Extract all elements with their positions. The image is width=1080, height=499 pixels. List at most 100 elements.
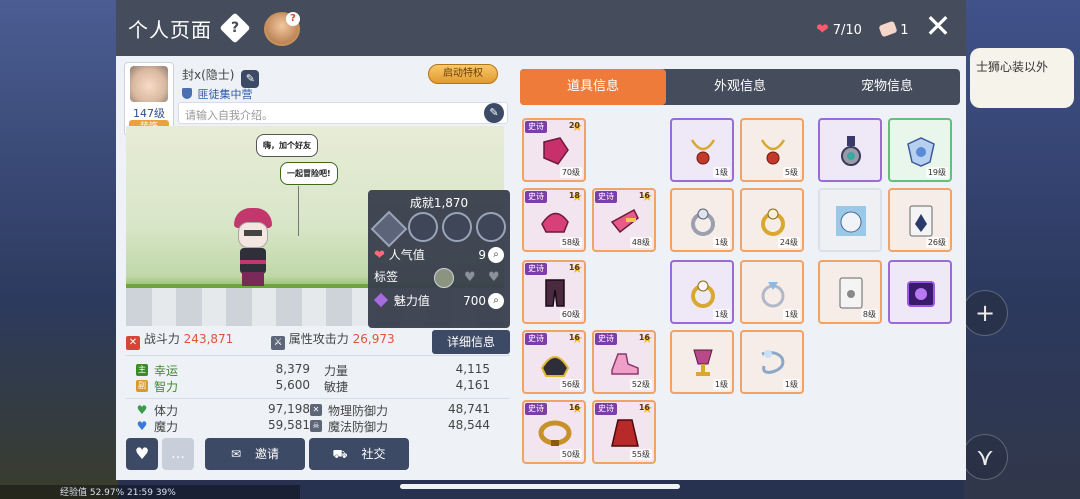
stat-dexterity: 敏捷 4,161	[324, 378, 510, 394]
popularity-row: ❤ 人气值 9 ⌕	[374, 246, 506, 268]
achievement-slot[interactable]	[442, 212, 472, 242]
magic-defense-value: 48,544	[448, 418, 490, 432]
social-icon: ⛟	[332, 447, 348, 461]
equip-slot-eye[interactable]: 1级	[740, 330, 804, 394]
intelligence-label: 智力	[154, 380, 179, 394]
item-level: 48级	[629, 237, 652, 248]
star-icon: ★ 16	[568, 332, 583, 347]
heart-icon: ❤	[374, 248, 385, 263]
divider	[126, 398, 510, 399]
equip-slot-shoes-top[interactable]: 史诗 ★ 16 48级	[592, 188, 656, 252]
avatar[interactable]: 147级 装饰	[124, 62, 174, 136]
chain-icon	[761, 350, 785, 374]
heart-slot-icon[interactable]: ♥	[488, 270, 500, 285]
detail-info-button[interactable]: 详细信息	[432, 330, 510, 354]
equip-slot-pocket[interactable]: 8级	[818, 260, 882, 324]
equip-slot-ring-3[interactable]: 1级	[670, 260, 734, 324]
equip-slot-earring[interactable]: 1级	[670, 330, 734, 394]
sword-icon: ⚔	[270, 336, 285, 350]
mail-plus-icon: ✉	[230, 447, 242, 461]
equip-slot-hat-top[interactable]: 史诗 ★ 20 70级	[522, 118, 586, 182]
luck-value: 8,379	[275, 362, 310, 376]
equip-slot-ring-4[interactable]: 1级	[740, 260, 804, 324]
star-icon: ★ 16	[568, 262, 583, 277]
social-button[interactable]: ⛟ 社交	[309, 438, 409, 470]
main-stat-icon: 主	[136, 364, 148, 376]
item-level: 1级	[712, 237, 730, 248]
achievement-slot[interactable]	[476, 212, 506, 242]
search-icon[interactable]: ⌕	[488, 293, 504, 309]
tag-emblem-icon[interactable]	[434, 268, 454, 288]
magic-defense-icon: ☠	[310, 420, 322, 432]
equip-slot-shoulder[interactable]: 史诗 ★ 16 56级	[522, 330, 586, 394]
info-tabs: 道具信息 外观信息 宠物信息	[520, 69, 960, 105]
equip-slot-hat[interactable]: 史诗 ★ 18 58级	[522, 188, 586, 252]
plus-button[interactable]: +	[962, 290, 1008, 336]
privilege-button[interactable]: 启动特权	[428, 64, 498, 84]
background-speech-bubble: 士狮心装以外	[970, 48, 1074, 108]
bandana-icon	[541, 212, 569, 233]
equip-slot-pendant-1[interactable]: 1级	[670, 118, 734, 182]
goblet-icon	[693, 349, 713, 376]
physical-defense-value: 48,741	[448, 402, 490, 416]
rank-diamond-icon[interactable]	[370, 210, 408, 248]
equip-slot-emblem[interactable]: 19级	[888, 118, 952, 182]
edit-intro-icon[interactable]: ✎	[484, 103, 504, 123]
search-icon[interactable]: ⌕	[488, 247, 504, 263]
equip-slot-medal[interactable]	[818, 118, 882, 182]
invite-button[interactable]: ✉ 邀请	[205, 438, 305, 470]
page-title: 个人页面	[128, 18, 212, 42]
sub-stat-icon: 副	[136, 380, 148, 392]
magic-defense-label: 魔法防御力	[328, 420, 389, 434]
like-button[interactable]: ♥	[126, 438, 158, 470]
equip-slot-pet-image[interactable]	[818, 188, 882, 252]
chat-button[interactable]: …	[162, 438, 194, 470]
epic-tag: 史诗	[595, 333, 617, 345]
attr-attack-label: 属性攻击力	[288, 332, 349, 346]
equip-slot-shoes[interactable]: 史诗 ★ 16 52级	[592, 330, 656, 394]
equip-slot-pants[interactable]: 史诗 ★ 16 60级	[522, 260, 586, 324]
achievement-title: 成就1,870	[409, 196, 469, 210]
popularity-label: 人气值	[388, 248, 425, 262]
tiger-icon	[836, 206, 866, 236]
item-level: 19级	[925, 167, 948, 178]
equip-slot-ring-1[interactable]: 1级	[670, 188, 734, 252]
intelligence-value: 5,600	[275, 378, 310, 392]
equip-slot-cape[interactable]: 史诗 ★ 16 55级	[592, 400, 656, 464]
combat-power-row: ✕ 战斗力 243,871 ⚔ 属性攻击力 26,973 详细信息	[126, 330, 510, 356]
stat-physical-defense: ✕ 物理防御力 48,741	[310, 402, 510, 418]
ring-icon	[691, 208, 715, 236]
pet-avatar-icon[interactable]: ?	[264, 12, 300, 46]
combat-power-label: 战斗力	[143, 332, 180, 346]
help-icon[interactable]: ?	[219, 12, 251, 44]
tab-appearance[interactable]: 外观信息	[667, 69, 813, 105]
intro-input[interactable]: 请输入自我介绍。	[178, 102, 508, 124]
stat-magic-defense: ☠ 魔法防御力 48,544	[310, 418, 510, 434]
item-level: 1级	[712, 309, 730, 320]
achievement-panel: 成就1,870 ❤ 人气值 9 ⌕ 标签 ♥ ♥ 魅力值 700 ⌕	[368, 190, 510, 328]
item-level: 1级	[712, 167, 730, 178]
home-indicator[interactable]	[400, 484, 680, 489]
belt-icon	[538, 420, 572, 446]
equip-slot-book[interactable]	[888, 260, 952, 324]
achievement-slot[interactable]	[408, 212, 438, 242]
tab-items[interactable]: 道具信息	[520, 69, 666, 105]
item-level: 60级	[559, 309, 582, 320]
stat-intelligence: 副 智力 5,600	[136, 378, 316, 394]
shoulder-icon	[540, 356, 570, 377]
stat-hp: ♥ 体力 97,198	[136, 402, 316, 418]
star-icon: ★ 16	[638, 332, 653, 347]
equip-slot-pendant-2[interactable]: 5级	[740, 118, 804, 182]
physical-defense-icon: ✕	[310, 404, 322, 416]
guild-row[interactable]: 匪徒集中营	[182, 86, 253, 102]
close-button[interactable]: ✕	[922, 10, 954, 42]
player-level: 147级	[133, 107, 165, 120]
heart-slot-icon[interactable]: ♥	[464, 270, 476, 285]
equip-slot-ring-2[interactable]: 24级	[740, 188, 804, 252]
equip-slot-belt[interactable]: 史诗 ★ 16 50级	[522, 400, 586, 464]
equip-slot-badge[interactable]: 26级	[888, 188, 952, 252]
tab-pets[interactable]: 宠物信息	[814, 69, 960, 105]
speech-bubble-friend: 嗨，加个好友	[256, 134, 318, 157]
item-level: 56级	[559, 379, 582, 390]
jump-button[interactable]: ⋎	[962, 434, 1008, 480]
